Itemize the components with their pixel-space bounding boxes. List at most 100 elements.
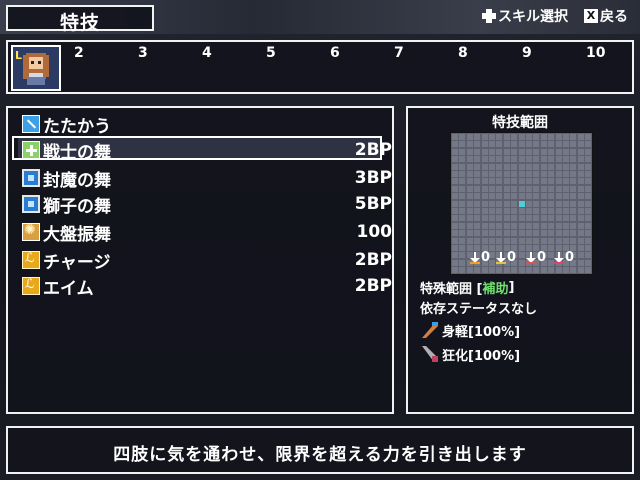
party-slot-10[interactable]: 10 — [586, 45, 605, 61]
range-cell — [518, 178, 525, 185]
skill-row[interactable]: たたかう — [22, 112, 392, 137]
buff-icon — [22, 277, 40, 295]
skill-row[interactable]: 大盤振舞 100 — [22, 220, 393, 245]
range-cell — [577, 134, 584, 140]
range-cell — [452, 245, 458, 251]
party-slot-8[interactable]: 8 — [458, 45, 468, 61]
range-cell — [563, 178, 569, 185]
range-cell — [526, 156, 532, 163]
range-cell — [563, 208, 569, 214]
range-cell — [496, 200, 503, 207]
skill-row-selected[interactable]: 戦士の舞 2BP — [22, 138, 392, 163]
dependency-status: 依存ステータスなし — [420, 298, 537, 317]
range-cell — [481, 148, 488, 155]
range-cell — [585, 200, 592, 207]
range-cell — [577, 252, 584, 259]
range-cell — [496, 215, 503, 222]
range-cell — [585, 252, 592, 259]
range-cell — [548, 178, 555, 185]
range-cell — [555, 267, 562, 274]
range-cell — [452, 148, 458, 155]
range-cell — [548, 141, 555, 148]
range-cell — [466, 156, 473, 163]
range-cell — [452, 208, 458, 214]
range-cell — [570, 230, 577, 237]
menu-title-box: 特技 — [6, 5, 154, 34]
range-cell — [526, 237, 532, 244]
range-cell — [533, 185, 540, 192]
range-cell — [459, 178, 466, 185]
range-cell — [466, 215, 473, 222]
resist-item: 0 — [470, 250, 490, 265]
range-cell — [452, 163, 458, 170]
range-cell — [548, 215, 555, 222]
range-cell — [474, 222, 481, 229]
party-slot-4[interactable]: 4 — [202, 45, 212, 61]
range-cell — [496, 141, 503, 148]
range-cell — [548, 267, 555, 274]
skill-row[interactable]: 封魔の舞 3BP — [22, 166, 392, 191]
range-cell — [563, 200, 569, 207]
help-back[interactable]: X 戻る — [584, 6, 628, 26]
range-cell — [496, 208, 503, 214]
range-cell — [540, 163, 547, 170]
range-cell — [466, 208, 473, 214]
range-cell — [577, 171, 584, 177]
range-cell — [489, 178, 495, 185]
range-cell — [518, 245, 525, 251]
range-cell — [481, 185, 488, 192]
range-cell — [503, 171, 510, 177]
range-cell — [496, 230, 503, 237]
resist-item: 0 — [554, 250, 574, 265]
range-cell — [518, 237, 525, 244]
party-slot-9[interactable]: 9 — [522, 45, 532, 61]
range-cell — [474, 215, 481, 222]
range-cell — [526, 208, 532, 214]
range-cell — [585, 134, 592, 140]
range-cell — [496, 185, 503, 192]
range-cell — [496, 163, 503, 170]
party-slot-5[interactable]: 5 — [266, 45, 276, 61]
party-slot-6[interactable]: 6 — [330, 45, 340, 61]
range-cell — [474, 230, 481, 237]
range-cell — [526, 215, 532, 222]
range-cell — [585, 163, 592, 170]
range-cell — [511, 222, 518, 229]
skill-row[interactable]: チャージ 2BP — [22, 248, 392, 273]
range-cell — [570, 267, 577, 274]
range-cell — [503, 215, 510, 222]
range-cell — [577, 185, 584, 192]
earth-arrow-icon — [496, 251, 506, 264]
range-cell — [540, 171, 547, 177]
range-cell — [577, 237, 584, 244]
range-cell — [489, 141, 495, 148]
range-cell — [459, 200, 466, 207]
party-slot-3[interactable]: 3 — [138, 45, 148, 61]
skill-cost: 100 — [356, 222, 393, 242]
skill-row[interactable]: 獅子の舞 5BP — [22, 192, 392, 217]
range-cell — [489, 185, 495, 192]
range-cell — [489, 237, 495, 244]
state-name: 狂化[100%] — [442, 348, 521, 364]
range-center-cell — [518, 200, 525, 207]
range-cell — [511, 208, 518, 214]
party-slot-2[interactable]: 2 — [74, 45, 84, 61]
skill-row[interactable]: エイム 2BP — [22, 274, 392, 299]
range-cell — [563, 141, 569, 148]
range-cell — [570, 193, 577, 200]
range-cell — [548, 208, 555, 214]
party-slot-1[interactable]: L — [11, 45, 61, 91]
range-cell — [489, 230, 495, 237]
party-slot-7[interactable]: 7 — [394, 45, 404, 61]
range-cell — [466, 200, 473, 207]
x-button-icon: X — [584, 9, 598, 23]
range-cell — [563, 267, 569, 274]
range-cell — [577, 222, 584, 229]
range-cell — [548, 230, 555, 237]
range-cell — [518, 215, 525, 222]
description-panel: 四肢に気を通わせ、限界を超える力を引き出します — [6, 426, 634, 474]
range-cell — [548, 156, 555, 163]
range-cell — [585, 178, 592, 185]
range-cell — [452, 141, 458, 148]
skill-cost: 3BP — [354, 168, 392, 188]
